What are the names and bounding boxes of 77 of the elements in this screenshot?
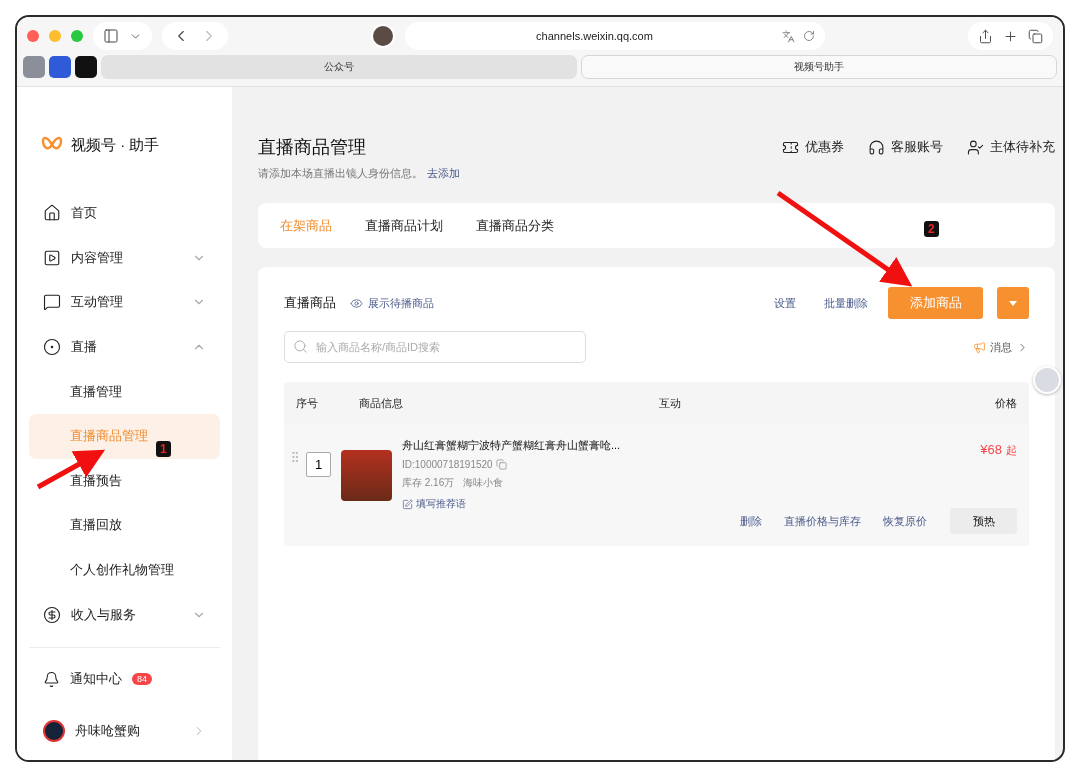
column-header: 商品信息: [359, 395, 404, 411]
profile-avatar[interactable]: [371, 24, 395, 48]
nav-item[interactable]: 互动管理: [29, 280, 220, 325]
write-recommendation-link[interactable]: 填写推荐语: [402, 497, 729, 511]
pinned-tab[interactable]: [75, 56, 97, 78]
nav-subitem[interactable]: 直播回放: [29, 503, 220, 548]
nav-item[interactable]: 首页: [29, 191, 220, 236]
copy-icon[interactable]: [495, 459, 507, 470]
edit-icon: [402, 498, 413, 510]
nav-subitem[interactable]: 个人创作礼物管理: [29, 547, 220, 593]
close-light[interactable]: [27, 30, 39, 42]
product-stock: 库存 2.16万: [402, 476, 455, 490]
nav-subitem[interactable]: 直播预告: [29, 458, 220, 504]
annotation-number: 2: [924, 221, 939, 237]
nav-item[interactable]: 收入与服务: [29, 592, 220, 637]
notice-text: 请添加本场直播出镜人身份信息。: [258, 167, 423, 181]
message-link[interactable]: 消息: [973, 339, 1029, 355]
product-id: ID:10000718191520: [402, 459, 493, 470]
address-bar[interactable]: channels.weixin.qq.com: [405, 22, 825, 50]
action-icon: [967, 138, 984, 156]
browser-tab[interactable]: 公众号: [101, 55, 577, 79]
nav-item[interactable]: 直播: [29, 324, 220, 370]
column-header: 价格: [994, 395, 1017, 411]
search-field[interactable]: 输入商品名称/商品ID搜索: [284, 331, 586, 363]
reload-icon[interactable]: [803, 30, 815, 42]
panel-link[interactable]: 批量删除: [810, 295, 868, 311]
nav-item[interactable]: 内容管理: [29, 235, 220, 281]
column-header: 互动: [659, 395, 682, 411]
bell-icon: [43, 670, 60, 688]
tabs-icon[interactable]: [1028, 28, 1043, 44]
zoom-light[interactable]: [71, 30, 83, 42]
share-icon[interactable]: [978, 28, 993, 44]
notification-count: 84: [132, 673, 152, 685]
translate-icon[interactable]: [782, 29, 795, 43]
row-action-link[interactable]: 恢复原价: [872, 513, 938, 529]
account-avatar[interactable]: [43, 720, 65, 742]
header-action[interactable]: 优惠券: [782, 138, 844, 156]
panel-link[interactable]: 设置: [760, 295, 796, 311]
preheat-button[interactable]: 预热: [950, 508, 1017, 534]
page-title: 直播商品管理: [258, 136, 366, 159]
product-price: ¥68 起: [980, 442, 1017, 458]
brand-name: 视频号 · 助手: [71, 135, 160, 155]
shop-name: 海味小食: [463, 476, 504, 490]
tab[interactable]: 直播商品分类: [476, 216, 554, 235]
header-action[interactable]: 主体待补充: [967, 138, 1055, 156]
minimize-light[interactable]: [49, 30, 61, 42]
product-name: 舟山红膏蟹糊宁波特产蟹糊红膏舟山蟹膏呛...: [402, 438, 622, 453]
tab[interactable]: 直播商品计划: [365, 216, 443, 235]
add-link[interactable]: 去添加: [427, 167, 460, 181]
photo-placeholder: [341, 450, 392, 501]
header-action[interactable]: 客服账号: [868, 138, 943, 156]
account-name[interactable]: 舟味呛蟹购: [75, 722, 182, 740]
search-icon: [293, 339, 308, 354]
row-index: 1: [306, 452, 331, 477]
plus-icon[interactable]: [1003, 28, 1018, 44]
action-icon: [868, 138, 885, 156]
panel-title: 直播商品: [284, 294, 336, 312]
dropdown-button[interactable]: [997, 287, 1029, 319]
browser-tab[interactable]: 视频号助手: [581, 55, 1057, 79]
annotation-number: 1: [156, 441, 171, 457]
nav-icon: [43, 248, 61, 267]
window-buttons[interactable]: [968, 22, 1053, 50]
sidebar-icon: [103, 28, 119, 44]
nav-icon: [43, 293, 61, 312]
row-action-link[interactable]: 直播价格与库存: [773, 513, 872, 529]
nav-icon: [43, 605, 61, 624]
nav-icon: [43, 338, 61, 357]
nav-icon: [43, 204, 61, 223]
sidebar-toggle-button[interactable]: [93, 22, 152, 50]
megaphone-icon: [973, 340, 986, 354]
row-action-link[interactable]: 删除: [729, 513, 773, 529]
show-pending-toggle[interactable]: 展示待播商品: [350, 295, 434, 311]
nav-subitem[interactable]: 直播管理: [29, 369, 220, 414]
notification-label[interactable]: 通知中心: [70, 670, 122, 688]
column-header: 序号: [296, 395, 319, 411]
eye-icon: [350, 296, 363, 310]
caret-icon: [1009, 300, 1017, 306]
